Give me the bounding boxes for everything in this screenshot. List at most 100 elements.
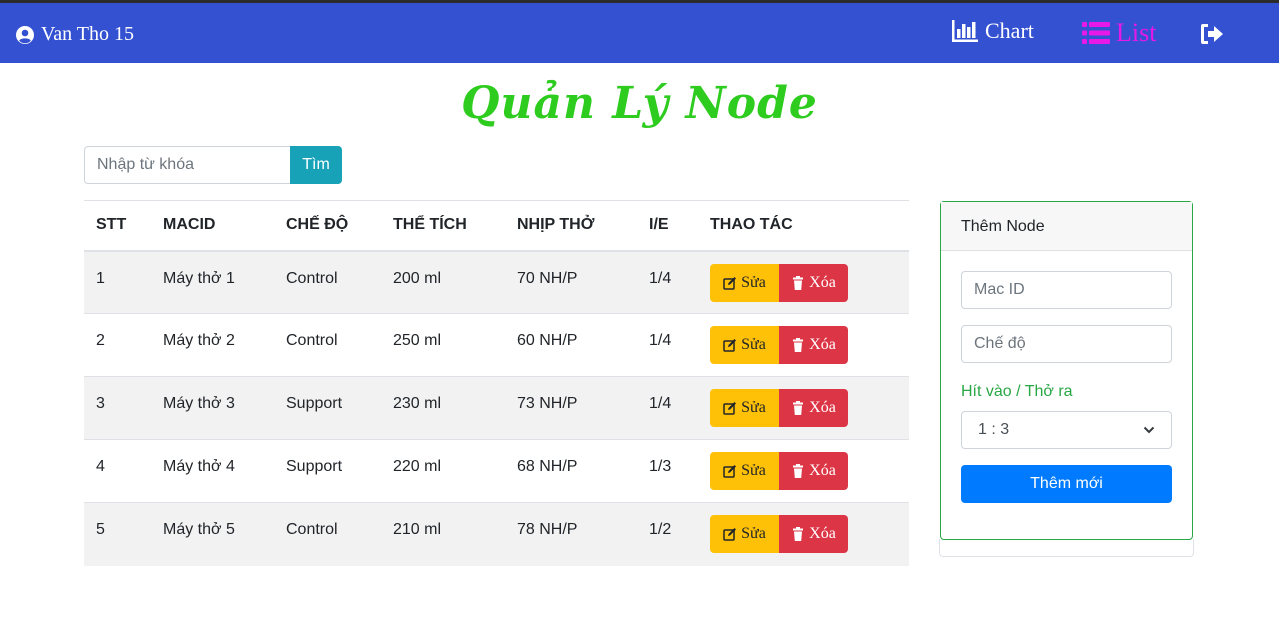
user-menu[interactable]: Van Tho 15: [15, 23, 134, 46]
cell-macid: Máy thở 4: [151, 439, 274, 503]
cell-mode: Control: [274, 250, 381, 314]
cell-stt: 4: [84, 439, 151, 503]
add-node-card: Thêm Node Hít vào / Thở ra 1 : 3 Thêm mớ…: [940, 201, 1193, 540]
cell-rate: 73 NH/P: [505, 376, 637, 440]
card-footer-edge: [939, 539, 1194, 557]
list-icon: [1082, 22, 1110, 44]
cell-macid: Máy thở 3: [151, 376, 274, 440]
cell-volume: 230 ml: [381, 376, 505, 440]
trash-icon: [793, 338, 804, 352]
cell-stt: 3: [84, 376, 151, 440]
edit-button[interactable]: Sửa: [710, 515, 779, 553]
edit-icon: [723, 528, 737, 541]
card-header: Thêm Node: [941, 202, 1192, 251]
edit-label: Sửa: [741, 336, 766, 353]
cell-stt: 1: [84, 250, 151, 314]
add-node-button[interactable]: Thêm mới: [961, 465, 1172, 503]
edit-button[interactable]: Sửa: [710, 263, 779, 302]
cell-macid: Máy thở 5: [151, 502, 274, 566]
cell-actions: Sửa Xóa: [698, 439, 909, 503]
logout-icon[interactable]: [1199, 22, 1225, 46]
column-header-volume: THỂ TÍCH: [381, 200, 505, 252]
nav-chart-label: Chart: [985, 18, 1034, 43]
trash-icon: [793, 275, 804, 290]
table-row: 2 Máy thở 2 Control 250 ml 60 NH/P 1/4 S…: [84, 313, 909, 377]
edit-label: Sửa: [741, 525, 766, 542]
bar-chart-icon: [952, 20, 978, 42]
cell-rate: 60 NH/P: [505, 313, 637, 377]
edit-label: Sửa: [741, 462, 766, 479]
cell-mode: Control: [274, 313, 381, 377]
delete-button[interactable]: Xóa: [779, 452, 848, 490]
trash-icon: [793, 464, 804, 478]
node-table: STT MACID CHẾ ĐỘ THỂ TÍCH NHỊP THỞ I/E T…: [84, 200, 909, 566]
cell-stt: 5: [84, 502, 151, 566]
page-title: Quản Lý Node: [461, 78, 818, 129]
cell-rate: 68 NH/P: [505, 439, 637, 503]
mac-id-input[interactable]: [961, 271, 1172, 309]
edit-icon: [723, 465, 737, 478]
cell-actions: Sửa Xóa: [698, 376, 909, 440]
cell-actions: Sửa Xóa: [698, 250, 909, 314]
table-row: 5 Máy thở 5 Control 210 ml 78 NH/P 1/2 S…: [84, 502, 909, 566]
edit-button[interactable]: Sửa: [710, 326, 779, 364]
cell-actions: Sửa Xóa: [698, 502, 909, 566]
nav-chart-link[interactable]: Chart: [951, 18, 1034, 44]
nav-list-link[interactable]: List: [1082, 18, 1156, 48]
edit-button[interactable]: Sửa: [710, 389, 779, 427]
edit-label: Sửa: [741, 273, 766, 291]
cell-volume: 210 ml: [381, 502, 505, 566]
cell-volume: 200 ml: [381, 250, 505, 314]
column-header-macid: MACID: [151, 200, 274, 252]
delete-button[interactable]: Xóa: [779, 515, 848, 553]
cell-ie: 1/4: [637, 376, 698, 440]
cell-rate: 70 NH/P: [505, 250, 637, 314]
edit-icon: [723, 402, 737, 415]
delete-button[interactable]: Xóa: [779, 326, 848, 364]
edit-label: Sửa: [741, 399, 766, 416]
table-row: 4 Máy thở 4 Support 220 ml 68 NH/P 1/3 S…: [84, 439, 909, 503]
ie-select[interactable]: 1 : 3: [961, 411, 1172, 449]
search-button[interactable]: Tìm: [290, 146, 342, 184]
cell-mode: Support: [274, 376, 381, 440]
table-row: 3 Máy thở 3 Support 230 ml 73 NH/P 1/4 S…: [84, 376, 909, 440]
delete-label: Xóa: [809, 336, 836, 353]
delete-label: Xóa: [809, 525, 836, 542]
user-name: Van Tho 15: [41, 23, 134, 45]
delete-label: Xóa: [809, 462, 836, 479]
cell-volume: 250 ml: [381, 313, 505, 377]
delete-label: Xóa: [809, 399, 836, 416]
trash-icon: [793, 401, 804, 415]
search-input[interactable]: [84, 146, 291, 184]
cell-macid: Máy thở 1: [151, 250, 274, 314]
cell-macid: Máy thở 2: [151, 313, 274, 377]
table-row: 1 Máy thở 1 Control 200 ml 70 NH/P 1/4 S…: [84, 250, 909, 314]
nav-list-label: List: [1116, 18, 1157, 47]
delete-button[interactable]: Xóa: [779, 263, 848, 302]
cell-ie: 1/4: [637, 313, 698, 377]
column-header-stt: STT: [84, 200, 151, 252]
user-circle-icon: [16, 25, 34, 44]
cell-ie: 1/4: [637, 250, 698, 314]
cell-volume: 220 ml: [381, 439, 505, 503]
trash-icon: [793, 527, 804, 541]
cell-mode: Control: [274, 502, 381, 566]
delete-label: Xóa: [809, 273, 836, 291]
column-header-actions: THAO TÁC: [698, 200, 909, 252]
ie-select-value: 1 : 3: [978, 421, 1010, 438]
cell-ie: 1/3: [637, 439, 698, 503]
column-header-mode: CHẾ ĐỘ: [274, 200, 381, 252]
table-header-row: STT MACID CHẾ ĐỘ THỂ TÍCH NHỊP THỞ I/E T…: [84, 200, 909, 252]
cell-mode: Support: [274, 439, 381, 503]
edit-button[interactable]: Sửa: [710, 452, 779, 490]
cell-actions: Sửa Xóa: [698, 313, 909, 377]
ie-label: Hít vào / Thở ra: [961, 383, 1073, 400]
mode-input[interactable]: [961, 325, 1172, 363]
top-navbar: Van Tho 15 Chart List: [0, 0, 1279, 63]
column-header-ie: I/E: [637, 200, 698, 252]
delete-button[interactable]: Xóa: [779, 389, 848, 427]
column-header-rate: NHỊP THỞ: [505, 200, 637, 252]
edit-icon: [723, 276, 737, 290]
chevron-down-icon: [1143, 426, 1155, 434]
edit-icon: [723, 339, 737, 352]
